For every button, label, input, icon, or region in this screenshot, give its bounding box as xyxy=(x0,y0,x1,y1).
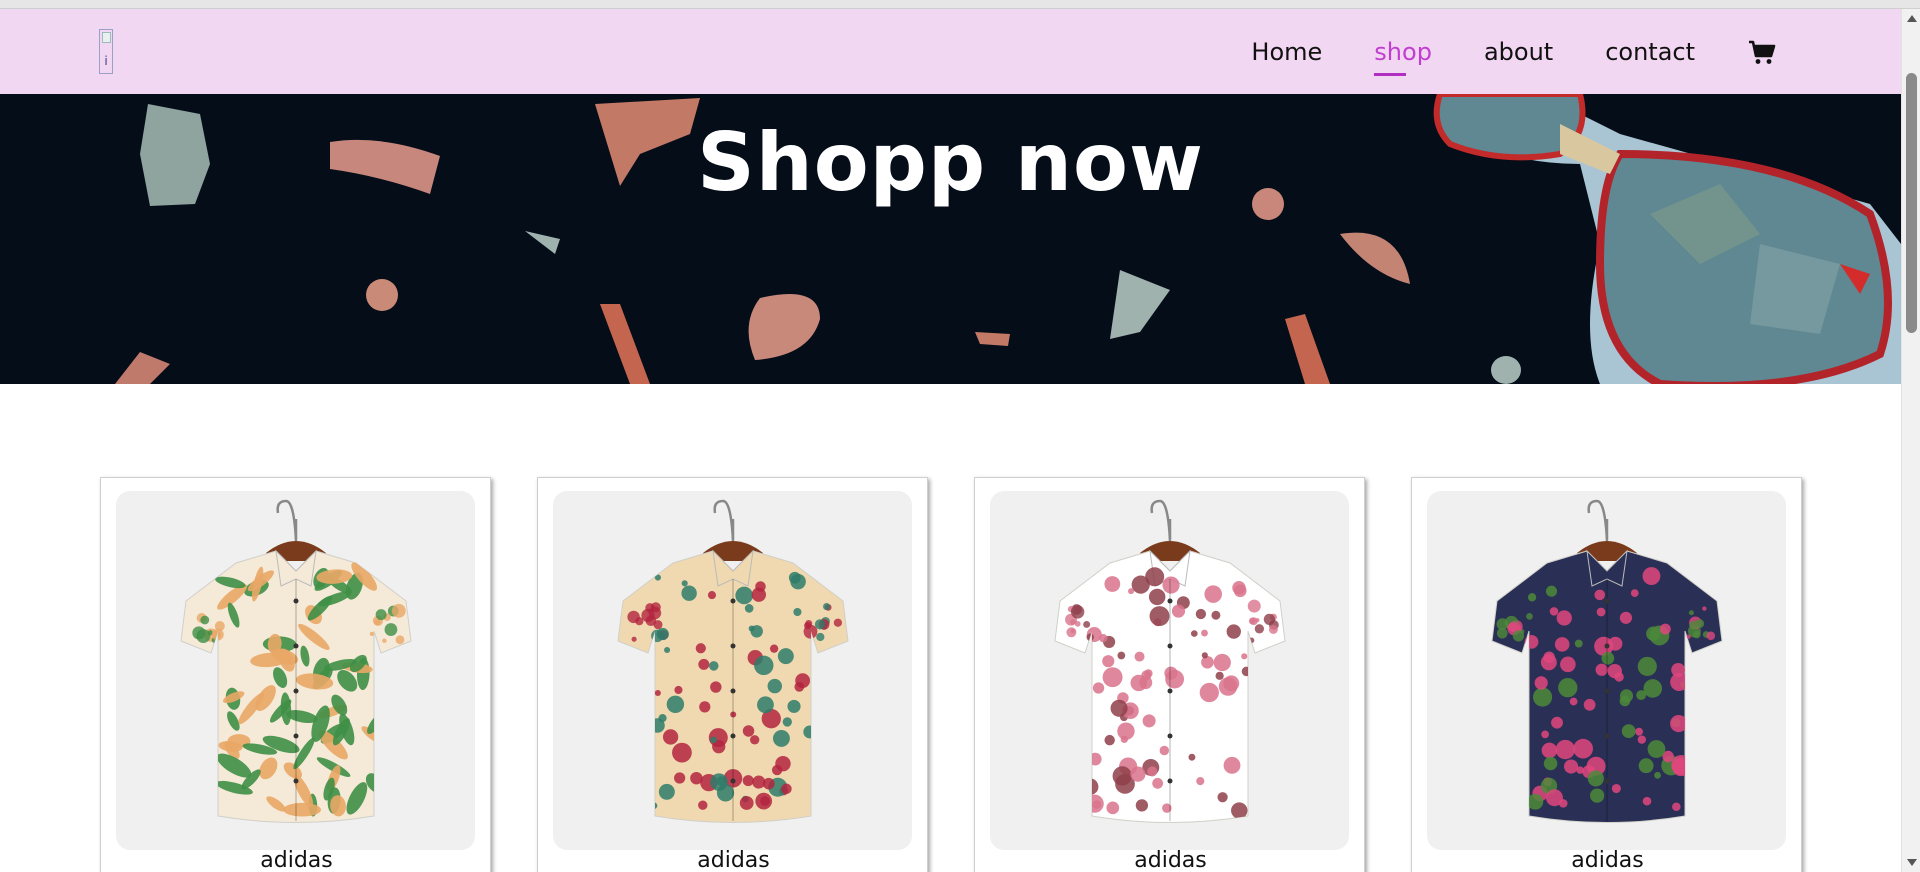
scroll-down-arrow-icon[interactable] xyxy=(1907,859,1917,866)
nav-link-contact[interactable]: contact xyxy=(1605,38,1695,66)
product-brand: adidas xyxy=(697,848,770,872)
product-brand: adidas xyxy=(1571,848,1644,872)
product-card[interactable]: adidas xyxy=(1411,477,1802,872)
shirt-image-green-leaf xyxy=(180,499,412,823)
product-brand: adidas xyxy=(260,848,333,872)
product-card[interactable]: adidas xyxy=(100,477,491,872)
cart-icon[interactable] xyxy=(1747,37,1777,67)
product-image[interactable] xyxy=(116,491,475,850)
hero-banner: Shopp now xyxy=(0,94,1901,384)
page-scrollbar[interactable] xyxy=(1901,9,1920,872)
product-brand: adidas xyxy=(1134,848,1207,872)
shirt-image-vintage-floral xyxy=(617,499,849,823)
hero-title: Shopp now xyxy=(697,116,1204,209)
navbar: i Home shop about contact xyxy=(0,9,1901,94)
nav-links: Home shop about contact xyxy=(1251,9,1901,94)
nav-link-home[interactable]: Home xyxy=(1251,38,1322,66)
nav-link-shop[interactable]: shop xyxy=(1374,38,1432,76)
product-image[interactable] xyxy=(1427,491,1786,850)
shirt-image-pink-blossom xyxy=(1054,499,1286,823)
logo-broken-image[interactable]: i xyxy=(99,29,113,74)
scroll-up-arrow-icon[interactable] xyxy=(1907,15,1917,22)
product-grid: adidas adidas adidas adidas xyxy=(100,477,1802,872)
scrollbar-thumb[interactable] xyxy=(1906,73,1917,333)
product-image[interactable] xyxy=(553,491,912,850)
product-card[interactable]: adidas xyxy=(537,477,928,872)
browser-top-strip xyxy=(0,0,1920,9)
shirt-image-navy-rose xyxy=(1491,499,1723,823)
product-card[interactable]: adidas xyxy=(974,477,1365,872)
nav-link-about[interactable]: about xyxy=(1484,38,1553,66)
product-image[interactable] xyxy=(990,491,1349,850)
